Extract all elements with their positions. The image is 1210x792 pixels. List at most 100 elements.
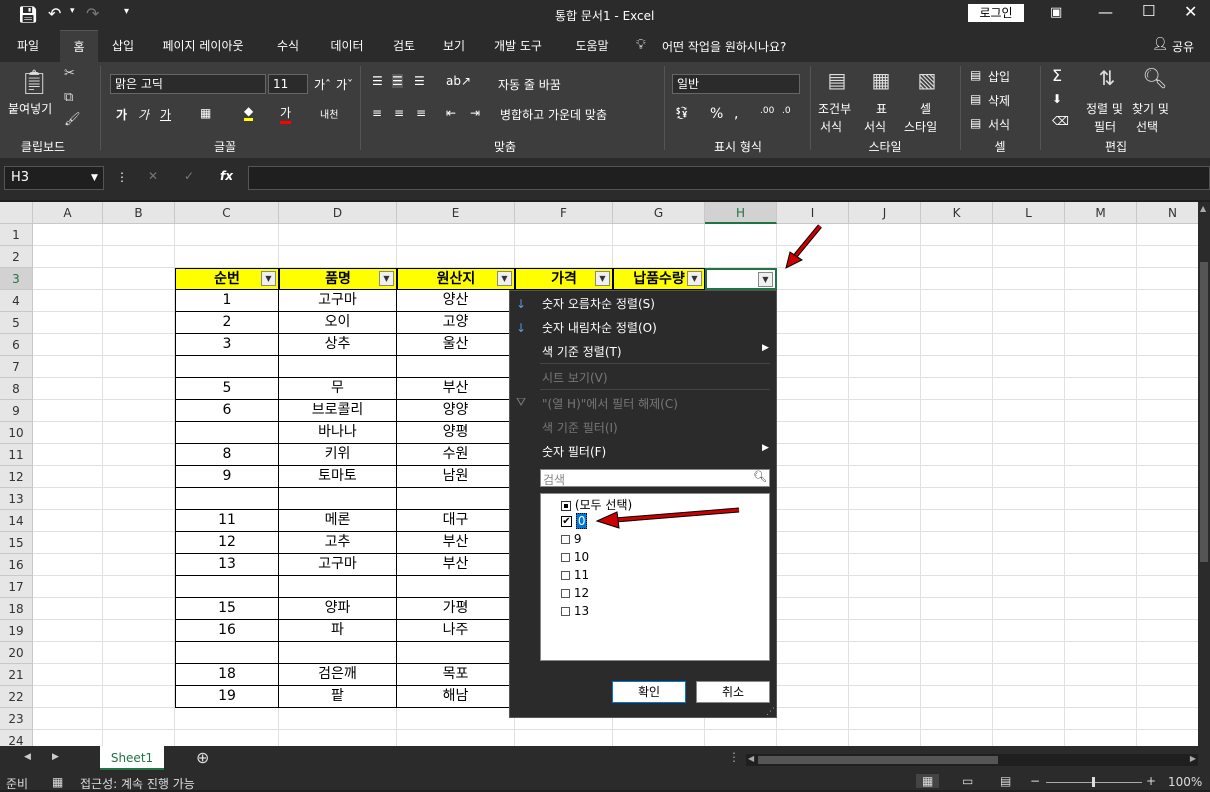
row-header-5[interactable]: 5 bbox=[0, 312, 33, 334]
table-cell[interactable] bbox=[397, 642, 515, 664]
fill-icon[interactable]: ⬇ bbox=[1052, 92, 1062, 106]
table-header-cell[interactable]: 가격 ▼ bbox=[515, 268, 613, 290]
column-header-N[interactable]: N bbox=[1137, 202, 1198, 224]
tab-file[interactable]: 파일 bbox=[0, 30, 56, 62]
tab-review[interactable]: 검토 bbox=[384, 30, 424, 62]
table-cell[interactable]: 키위 bbox=[279, 444, 397, 466]
row-header-14[interactable]: 14 bbox=[0, 510, 33, 532]
border-icon[interactable]: ▦ bbox=[200, 106, 211, 120]
sort-descending-item[interactable]: 숫자 내림차순 정렬(O) bbox=[542, 319, 657, 336]
tab-help[interactable]: 도움말 bbox=[564, 30, 620, 62]
table-cell[interactable]: 팥 bbox=[279, 686, 397, 708]
table-cell[interactable] bbox=[279, 642, 397, 664]
page-layout-view-icon[interactable]: ▭ bbox=[962, 774, 973, 788]
table-cell[interactable]: 파 bbox=[279, 620, 397, 642]
checkbox-unchecked[interactable] bbox=[561, 571, 570, 580]
table-cell[interactable]: 상추 bbox=[279, 334, 397, 356]
tell-me-box[interactable]: 어떤 작업을 원하시나요? bbox=[662, 38, 786, 55]
row-header-7[interactable]: 7 bbox=[0, 356, 33, 378]
column-header-J[interactable]: J bbox=[849, 202, 921, 224]
table-cell[interactable]: 양산 bbox=[397, 290, 515, 312]
clear-icon[interactable]: ⌫ bbox=[1052, 114, 1069, 128]
value-item-11[interactable]: 11 bbox=[561, 568, 589, 582]
format-cells-icon[interactable]: ▤ bbox=[970, 116, 981, 130]
search-icon[interactable]: 🔍︎ bbox=[753, 470, 767, 483]
row-header-3[interactable]: 3 bbox=[0, 268, 33, 290]
table-cell[interactable]: 고추 bbox=[279, 532, 397, 554]
format-cells-button[interactable]: 서식 bbox=[988, 116, 1010, 133]
zoom-in-icon[interactable]: + bbox=[1146, 774, 1156, 788]
row-header-10[interactable]: 10 bbox=[0, 422, 33, 444]
column-header-C[interactable]: C bbox=[175, 202, 279, 224]
increase-indent-icon[interactable]: ⇥ bbox=[470, 106, 480, 120]
column-header-H[interactable]: H bbox=[705, 202, 777, 224]
table-header-cell[interactable]: 납품수량 ▼ bbox=[613, 268, 705, 290]
accessibility-status[interactable]: 접근성: 계속 진행 가능 bbox=[80, 775, 195, 792]
number-format-combo[interactable]: 일반 bbox=[672, 74, 800, 94]
table-cell[interactable]: 16 bbox=[175, 620, 279, 642]
minimize-icon[interactable]: — bbox=[1098, 3, 1113, 21]
insert-function-icon[interactable]: fx bbox=[220, 169, 233, 183]
font-color-icon[interactable]: 가 bbox=[280, 104, 292, 124]
table-cell[interactable]: 양평 bbox=[397, 422, 515, 444]
checkbox-unchecked[interactable] bbox=[561, 607, 570, 616]
table-cell[interactable]: 19 bbox=[175, 686, 279, 708]
table-cell[interactable]: 9 bbox=[175, 466, 279, 488]
table-cell[interactable] bbox=[397, 356, 515, 378]
insert-cells-icon[interactable]: ▤ bbox=[970, 68, 981, 82]
comma-icon[interactable]: , bbox=[734, 106, 738, 122]
filter-dropdown-button[interactable]: ▼ bbox=[595, 271, 610, 286]
table-cell[interactable]: 검은깨 bbox=[279, 664, 397, 686]
autosum-icon[interactable]: Σ bbox=[1052, 66, 1062, 85]
decrease-indent-icon[interactable]: ⇤ bbox=[446, 106, 456, 120]
underline-icon[interactable]: 가 bbox=[160, 106, 171, 123]
select-all-checkbox[interactable] bbox=[561, 500, 571, 511]
share-button[interactable]: 공유 bbox=[1172, 38, 1194, 55]
resize-grip-icon[interactable]: ⋰ bbox=[766, 707, 775, 717]
filter-dropdown-button[interactable]: ▼ bbox=[687, 271, 702, 286]
font-size-combo[interactable]: 11 bbox=[268, 74, 308, 94]
paste-button[interactable]: 붙여넣기 bbox=[8, 100, 52, 117]
value-item-9[interactable]: 9 bbox=[561, 532, 581, 546]
row-header-6[interactable]: 6 bbox=[0, 334, 33, 356]
table-cell[interactable]: 3 bbox=[175, 334, 279, 356]
align-right-icon[interactable]: ≡ bbox=[416, 106, 426, 120]
column-header-I[interactable]: I bbox=[777, 202, 849, 224]
row-header-4[interactable]: 4 bbox=[0, 290, 33, 312]
table-cell[interactable] bbox=[175, 642, 279, 664]
table-cell[interactable]: 오이 bbox=[279, 312, 397, 334]
close-icon[interactable]: ✕ bbox=[1184, 2, 1197, 21]
cell-style-icon[interactable]: ▧ bbox=[912, 68, 942, 92]
format-painter-icon[interactable]: 🖌︎ bbox=[64, 112, 81, 127]
table-cell[interactable]: 6 bbox=[175, 400, 279, 422]
row-header-16[interactable]: 16 bbox=[0, 554, 33, 576]
sort-by-color-item[interactable]: 색 기준 정렬(T) bbox=[542, 343, 622, 360]
tab-developer[interactable]: 개발 도구 bbox=[484, 30, 552, 62]
increase-decimal-icon[interactable]: .00 bbox=[760, 106, 774, 116]
table-cell[interactable]: 바나나 bbox=[279, 422, 397, 444]
tab-home[interactable]: 홈 bbox=[60, 30, 98, 62]
login-button[interactable]: 로그인 bbox=[968, 4, 1024, 22]
align-left-icon[interactable]: ≡ bbox=[372, 106, 382, 120]
undo-icon[interactable]: ↶ bbox=[48, 4, 61, 23]
page-break-view-icon[interactable]: ▤ bbox=[1000, 774, 1011, 788]
undo-dropdown-icon[interactable]: ▾ bbox=[70, 6, 75, 16]
column-header-F[interactable]: F bbox=[515, 202, 613, 224]
align-center-icon[interactable]: ≡ bbox=[394, 106, 404, 120]
table-cell[interactable] bbox=[175, 356, 279, 378]
row-header-1[interactable]: 1 bbox=[0, 224, 33, 246]
cond-format-label1[interactable]: 조건부 bbox=[818, 100, 851, 117]
ok-button[interactable]: 확인 bbox=[612, 681, 686, 703]
name-box-dropdown-icon[interactable]: ▼ bbox=[91, 167, 98, 189]
shrink-font-icon[interactable]: 가ˇ bbox=[336, 76, 353, 93]
table-cell[interactable]: 13 bbox=[175, 554, 279, 576]
table-cell[interactable] bbox=[279, 356, 397, 378]
wrap-text-button[interactable]: 자동 줄 바꿈 bbox=[498, 76, 561, 93]
table-cell[interactable] bbox=[279, 488, 397, 510]
table-cell[interactable]: 8 bbox=[175, 444, 279, 466]
enter-icon[interactable]: ✓ bbox=[184, 169, 194, 183]
column-header-L[interactable]: L bbox=[993, 202, 1065, 224]
ribbon-display-icon[interactable]: ▣ bbox=[1050, 5, 1062, 20]
row-header-11[interactable]: 11 bbox=[0, 444, 33, 466]
tab-formulas[interactable]: 수식 bbox=[266, 30, 310, 62]
